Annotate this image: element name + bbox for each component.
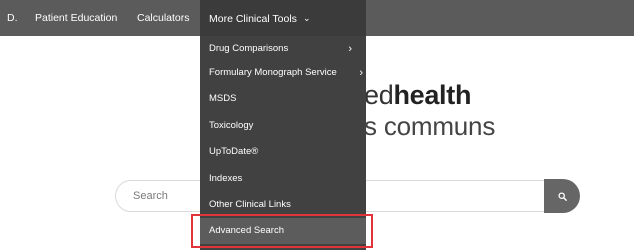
hero-heading-prefix: ed: [364, 80, 394, 110]
menu-item-indexes[interactable]: Indexes: [200, 166, 366, 192]
chevron-down-icon: ⌄: [302, 13, 311, 23]
page: edhealth s communs D. Patient Education …: [0, 0, 634, 250]
menu-item-label: Formulary Monograph Service: [209, 67, 337, 78]
search-button[interactable]: [544, 179, 580, 213]
chevron-right-icon: ›: [359, 67, 363, 79]
top-navbar: D. Patient Education Calculators More Cl…: [0, 0, 634, 36]
chevron-right-icon: ›: [348, 43, 352, 55]
menu-item-label: MSDS: [209, 93, 237, 104]
menu-item-drug-comparisons[interactable]: Drug Comparisons ›: [200, 36, 366, 62]
nav-item-truncated[interactable]: D.: [7, 0, 18, 36]
nav-item-more-clinical-tools-label: More Clinical Tools: [209, 13, 297, 25]
hero-subheading: s communs: [364, 111, 496, 141]
menu-item-toxicology[interactable]: Toxicology: [200, 113, 366, 139]
highlight-box: [191, 214, 373, 248]
nav-item-more-clinical-tools[interactable]: More Clinical Tools ⌄: [200, 0, 366, 36]
hero-heading-bold: health: [393, 80, 472, 110]
nav-item-patient-education[interactable]: Patient Education: [35, 0, 117, 36]
menu-item-label: Drug Comparisons: [209, 43, 289, 54]
search-icon: [558, 192, 567, 201]
menu-item-label: Toxicology: [209, 120, 254, 131]
nav-item-calculators[interactable]: Calculators: [137, 0, 190, 36]
menu-item-label: Other Clinical Links: [209, 199, 291, 210]
menu-item-label: Indexes: [209, 173, 243, 184]
menu-item-formulary-monograph-service[interactable]: Formulary Monograph Service ›: [200, 60, 366, 86]
menu-item-uptodate[interactable]: UpToDate®: [200, 139, 366, 165]
hero-heading: edhealth: [364, 80, 471, 111]
menu-item-msds[interactable]: MSDS: [200, 86, 366, 112]
menu-item-label: UpToDate®: [209, 146, 259, 157]
